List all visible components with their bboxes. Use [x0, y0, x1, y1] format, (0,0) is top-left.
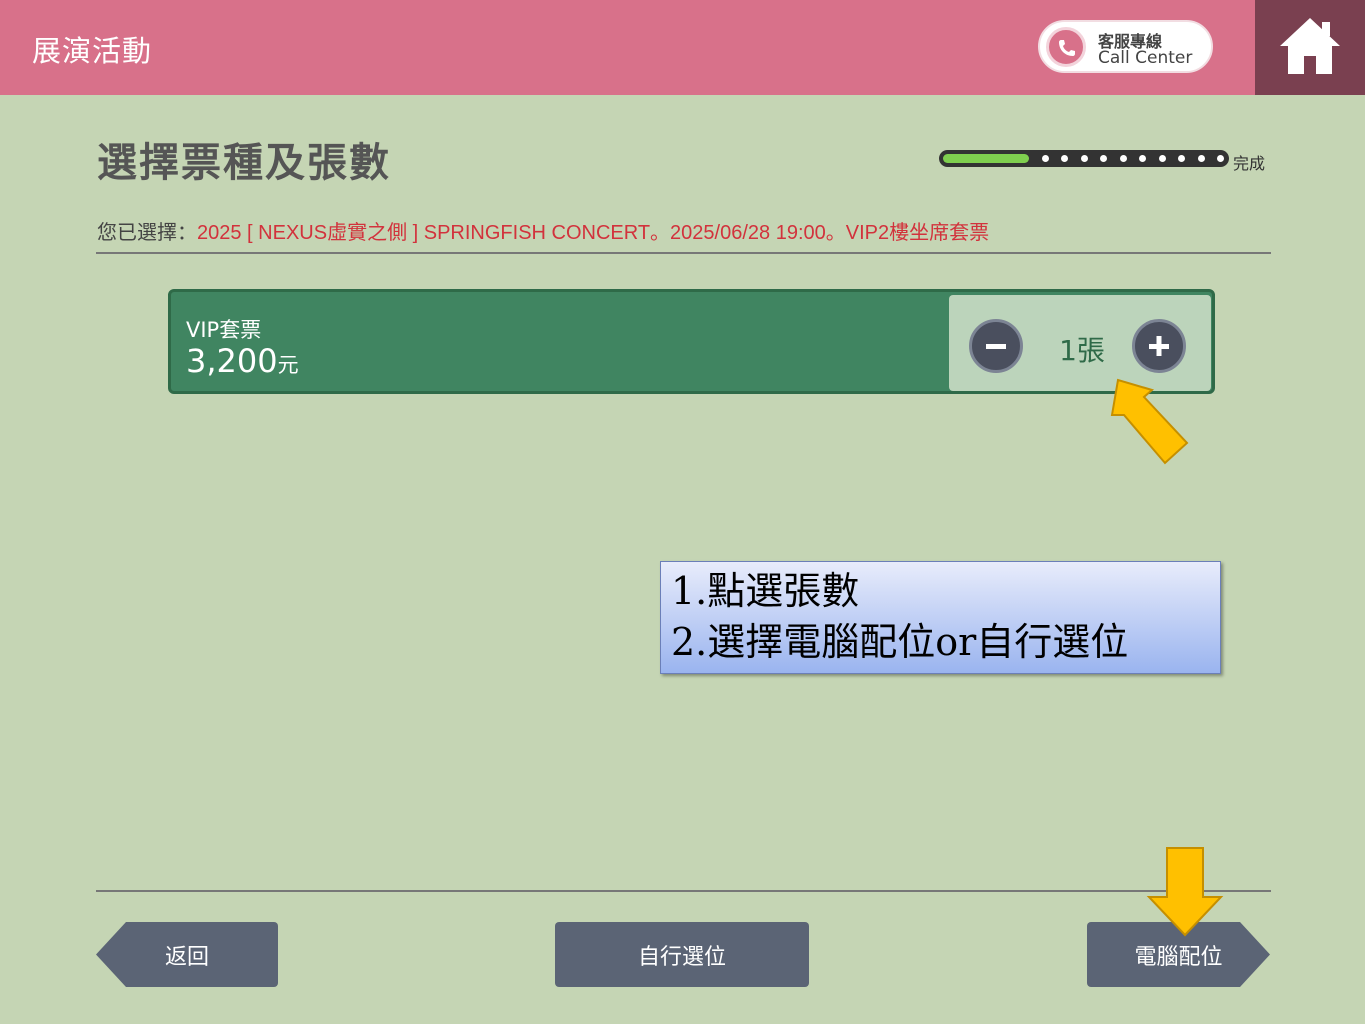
progress-step-dot — [1100, 155, 1107, 162]
selection-prefix: 您已選擇： — [97, 220, 197, 244]
minus-icon — [986, 344, 1006, 349]
decrease-quantity-button[interactable] — [969, 319, 1023, 373]
instruction-line-1: 1.點選張數 — [671, 569, 860, 613]
progress-step-dot — [1198, 155, 1205, 162]
ticket-row: VIP套票 3,200元 1張 — [168, 289, 1215, 394]
progress-step-dot — [1139, 155, 1146, 162]
progress-step-dot — [1120, 155, 1127, 162]
home-icon — [1280, 18, 1340, 74]
progress-step-dot — [1178, 155, 1185, 162]
ticket-price-unit: 元 — [277, 353, 299, 377]
bottom-divider — [96, 890, 1271, 892]
instruction-callout: 1.點選張數 2.選擇電腦配位or自行選位 — [660, 561, 1221, 674]
progress-fill — [943, 154, 1029, 163]
ticket-price: 3,200元 — [186, 342, 299, 380]
call-center-button[interactable]: 客服專線 Call Center — [1038, 20, 1213, 73]
selection-detail: 2025 [ NEXUS虛實之側 ] SPRINGFISH CONCERT。20… — [197, 222, 990, 244]
top-divider — [96, 252, 1271, 254]
progress-step-dot — [1217, 155, 1224, 162]
page-title: 選擇票種及張數 — [97, 140, 391, 186]
self-select-seat-button[interactable]: 自行選位 — [555, 922, 809, 987]
call-center-label-en: Call Center — [1098, 48, 1193, 68]
progress-step-dot — [1042, 155, 1049, 162]
progress-step-dot — [1081, 155, 1088, 162]
progress-label: 完成 — [1233, 154, 1266, 173]
home-button[interactable] — [1255, 0, 1365, 95]
progress-bar — [939, 150, 1229, 167]
quantity-value: 1張 — [1059, 334, 1105, 367]
back-button[interactable]: 返回 — [96, 922, 278, 987]
phone-icon — [1046, 27, 1086, 67]
pointer-arrow-icon — [1146, 847, 1224, 937]
pointer-arrow-icon — [1110, 378, 1189, 465]
top-bar: 展演活動 客服專線 Call Center — [0, 0, 1365, 95]
progress-step-dot — [1159, 155, 1166, 162]
instruction-line-2: 2.選擇電腦配位or自行選位 — [671, 620, 1129, 664]
app-title: 展演活動 — [32, 34, 153, 68]
ticket-price-value: 3,200 — [186, 342, 278, 380]
plus-icon — [1149, 336, 1169, 356]
selection-summary: 您已選擇：2025 [ NEXUS虛實之側 ] SPRINGFISH CONCE… — [97, 216, 989, 245]
progress-step-dot — [1061, 155, 1068, 162]
ticket-name: VIP套票 — [186, 318, 262, 342]
increase-quantity-button[interactable] — [1132, 319, 1186, 373]
